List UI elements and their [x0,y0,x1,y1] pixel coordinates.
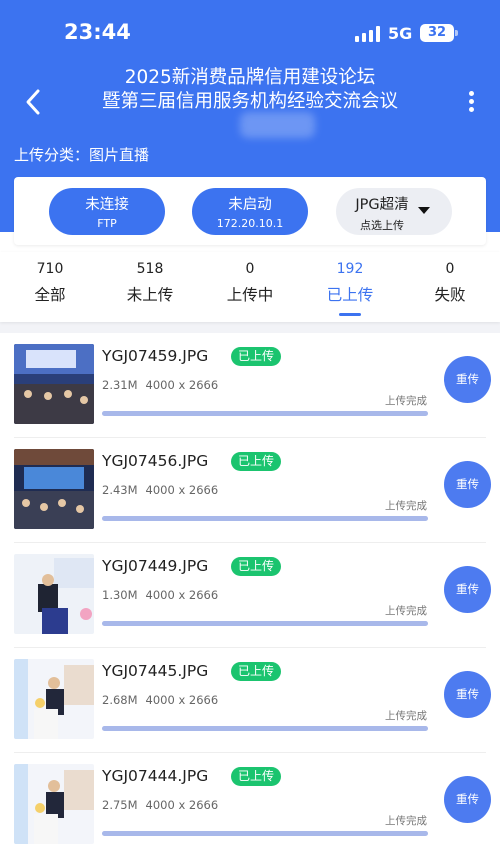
retry-button[interactable]: 重传 [444,356,491,403]
file-size: 2.43M [102,483,138,497]
progress-bar [102,831,428,836]
photo-thumbnail[interactable] [14,764,94,844]
file-dimensions: 4000 x 2666 [145,588,219,602]
status-badge: 已上传 [231,347,282,366]
status-badge: 已上传 [231,767,282,786]
tab-uploading[interactable]: 0 上传中 [200,252,300,322]
tab-label: 全部 [34,286,66,304]
photo-thumbnail[interactable] [14,659,94,739]
quality-select[interactable]: JPG超清 点选上传 [336,188,452,235]
service-start-button[interactable]: 未启动 172.20.10.1 [192,188,308,235]
quality-value: JPG超清 [355,197,409,213]
progress-fill [102,411,428,416]
progress-label: 上传完成 [385,710,427,722]
status-time: 23:44 [64,20,131,44]
tab-label: 失败 [434,286,466,304]
progress-fill [102,726,428,731]
file-meta: 2.68M 4000 x 2666 [102,693,218,707]
retry-button[interactable]: 重传 [444,566,491,613]
status-tabs: 710 全部 518 未上传 0 上传中 192 已上传 0 失败 [0,252,500,322]
tab-count: 0 [245,261,255,277]
progress-label: 上传完成 [385,815,427,827]
file-meta: 2.43M 4000 x 2666 [102,483,218,497]
ftp-connect-button[interactable]: 未连接 FTP [49,188,165,235]
chevron-left-icon[interactable] [20,86,48,118]
file-name: YGJ07449.JPG [102,557,209,575]
ftp-status: 未连接 [85,197,129,213]
tab-failed[interactable]: 0 失败 [400,252,500,322]
file-dimensions: 4000 x 2666 [145,798,219,812]
network-type: 5G [388,24,413,43]
progress-label: 上传完成 [385,605,427,617]
tab-label: 已上传 [326,286,374,304]
photo-list: YGJ07459.JPG 已上传 2.31M 4000 x 2666 上传完成 重… [0,333,500,856]
file-name: YGJ07459.JPG [102,347,209,365]
file-dimensions: 4000 x 2666 [145,378,219,392]
status-bar: 23:44 5G 32 [0,0,500,64]
file-name: YGJ07456.JPG [102,452,209,470]
progress-fill [102,621,428,626]
signal-icon [355,26,381,42]
progress-bar [102,516,428,521]
list-item[interactable]: YGJ07445.JPG 已上传 2.68M 4000 x 2666 上传完成 重… [0,648,500,753]
tab-not-uploaded[interactable]: 518 未上传 [100,252,200,322]
control-card: 未连接 FTP 未启动 172.20.10.1 JPG超清 点选上传 [14,177,486,245]
file-name: YGJ07444.JPG [102,767,209,785]
status-badge: 已上传 [231,452,282,471]
file-size: 2.75M [102,798,138,812]
file-meta: 2.75M 4000 x 2666 [102,798,218,812]
file-size: 2.31M [102,378,138,392]
retry-button[interactable]: 重传 [444,671,491,718]
service-status: 未启动 [228,197,272,213]
tab-count: 710 [36,261,64,277]
list-item[interactable]: YGJ07456.JPG 已上传 2.43M 4000 x 2666 上传完成 重… [0,438,500,543]
retry-button[interactable]: 重传 [444,461,491,508]
file-name: YGJ07445.JPG [102,662,209,680]
tab-label: 未上传 [126,286,174,304]
title-line-1: 2025新消费品牌信用建设论坛 [124,67,376,88]
file-meta: 1.30M 4000 x 2666 [102,588,218,602]
quality-hint: 点选上传 [360,219,404,232]
list-item[interactable]: YGJ07444.JPG 已上传 2.75M 4000 x 2666 上传完成 重… [0,753,500,856]
caret-down-icon [418,207,430,214]
progress-fill [102,516,428,521]
progress-bar [102,411,428,416]
file-meta: 2.31M 4000 x 2666 [102,378,218,392]
progress-label: 上传完成 [385,500,427,512]
status-badge: 已上传 [231,662,282,681]
file-dimensions: 4000 x 2666 [145,483,219,497]
page-title: 2025新消费品牌信用建设论坛 暨第三届信用服务机构经验交流会议 [60,66,440,114]
progress-bar [102,726,428,731]
upload-category-label: 上传分类：图片直播 [14,146,150,164]
tab-active-indicator [339,313,361,316]
photo-thumbnail[interactable] [14,344,94,424]
file-dimensions: 4000 x 2666 [145,693,219,707]
photo-thumbnail[interactable] [14,449,94,529]
tab-count: 0 [445,261,455,277]
ftp-label: FTP [97,217,117,230]
photo-thumbnail[interactable] [14,554,94,634]
progress-label: 上传完成 [385,395,427,407]
file-size: 1.30M [102,588,138,602]
status-badge: 已上传 [231,557,282,576]
list-item[interactable]: YGJ07449.JPG 已上传 1.30M 4000 x 2666 上传完成 重… [0,543,500,648]
progress-bar [102,621,428,626]
battery-icon: 32 [420,24,454,42]
tab-label: 上传中 [226,286,274,304]
title-line-2: 暨第三届信用服务机构经验交流会议 [101,91,398,112]
tab-all[interactable]: 710 全部 [0,252,100,322]
battery-tip [455,30,458,36]
tab-count: 518 [136,261,164,277]
title-blur [240,112,315,138]
tab-count: 192 [336,261,364,277]
list-item[interactable]: YGJ07459.JPG 已上传 2.31M 4000 x 2666 上传完成 重… [0,333,500,438]
retry-button[interactable]: 重传 [444,776,491,823]
progress-fill [102,831,428,836]
service-ip: 172.20.10.1 [216,217,284,230]
more-vertical-icon[interactable] [462,88,482,114]
tab-uploaded[interactable]: 192 已上传 [300,252,400,322]
file-size: 2.68M [102,693,138,707]
